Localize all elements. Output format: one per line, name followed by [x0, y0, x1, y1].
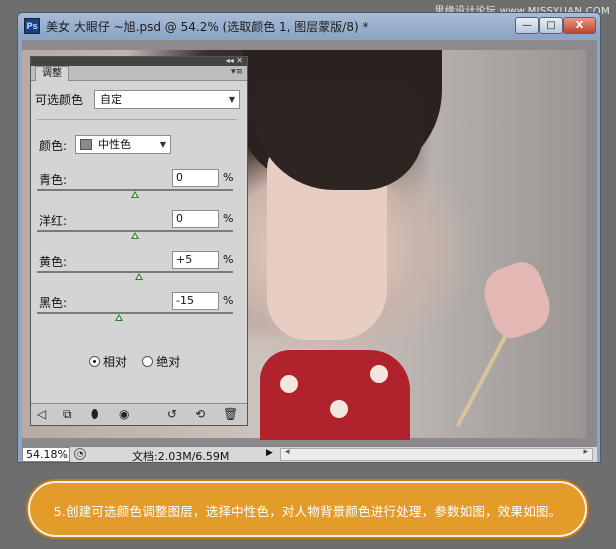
- red-clothing: [260, 350, 410, 440]
- chevron-down-icon: ▼: [228, 95, 235, 104]
- percent-label: %: [223, 212, 234, 225]
- menu-icon[interactable]: ▾≡: [231, 67, 243, 77]
- slider-label-magenta: 洋红:: [39, 214, 68, 228]
- cyan-slider-thumb[interactable]: [131, 191, 139, 198]
- scroll-left-icon[interactable]: ◂: [285, 447, 290, 457]
- color-value: 中性色: [98, 138, 131, 151]
- percent-label: %: [223, 253, 234, 266]
- divider: [37, 119, 237, 120]
- panel-footer: ◁ ⧉ ⬮ ◉ ↺ ⟲ 🗑: [31, 403, 247, 425]
- yellow-input[interactable]: +5: [172, 251, 219, 269]
- cloth-dot: [280, 375, 298, 393]
- caption-banner: 5.创建可选颜色调整图层，选择中性色，对人物背景颜色进行处理，参数如图，效果如图…: [28, 481, 587, 537]
- preset-select[interactable]: 自定 ▼: [94, 90, 240, 109]
- panel-tabs: 调整 ▾≡: [31, 66, 247, 81]
- color-swatch: [80, 139, 92, 150]
- percent-label: %: [223, 171, 234, 184]
- absolute-option[interactable]: 绝对: [142, 355, 180, 369]
- method-radio-group: 相对 绝对: [89, 353, 180, 370]
- zoom-field[interactable]: 54.18%: [22, 447, 70, 462]
- cyan-input[interactable]: 0: [172, 169, 219, 187]
- close-button[interactable]: X: [563, 17, 596, 34]
- slider-label-cyan: 青色:: [39, 173, 68, 187]
- status-bar: 54.18% ◔ 文档:2.03M/6.59M ▶ ◂ ▸: [22, 446, 597, 463]
- status-icon[interactable]: ◔: [74, 448, 86, 460]
- window-title: 美女 大眼仔 ~旭.psd @ 54.2% (选取颜色 1, 图层蒙版/8) *: [46, 20, 369, 34]
- absolute-label: 绝对: [156, 355, 181, 369]
- slider-label-black: 黑色:: [39, 296, 68, 310]
- percent-label: %: [223, 294, 234, 307]
- preset-value: 自定: [100, 93, 122, 106]
- horizontal-scrollbar[interactable]: ◂ ▸: [280, 447, 593, 461]
- layer-visibility-mask-icon[interactable]: ⬮: [91, 407, 99, 422]
- photoshop-icon: Ps: [24, 18, 40, 34]
- title-bar[interactable]: Ps 美女 大眼仔 ~旭.psd @ 54.2% (选取颜色 1, 图层蒙版/8…: [18, 13, 600, 39]
- panel-header-bar[interactable]: ◂◂ ✕: [31, 56, 247, 66]
- chevron-down-icon: ▼: [159, 140, 166, 149]
- slider-label-yellow: 黄色:: [39, 255, 68, 269]
- yellow-slider-thumb[interactable]: [134, 273, 143, 280]
- magenta-input[interactable]: 0: [172, 210, 219, 228]
- color-label: 颜色:: [39, 139, 68, 153]
- black-slider-thumb[interactable]: [115, 314, 124, 321]
- relative-radio[interactable]: [89, 356, 100, 367]
- cloth-dot: [370, 365, 388, 383]
- black-slider-track[interactable]: [37, 312, 233, 314]
- scroll-right-icon[interactable]: ▸: [583, 447, 588, 457]
- relative-label: 相对: [103, 355, 128, 369]
- black-input[interactable]: -15: [172, 292, 219, 310]
- status-menu-arrow-icon[interactable]: ▶: [266, 448, 273, 458]
- minimize-button[interactable]: —: [515, 17, 539, 34]
- back-arrow-icon[interactable]: ◁: [37, 407, 46, 421]
- caption-text: 5.创建可选颜色调整图层，选择中性色，对人物背景颜色进行处理，参数如图，效果如图…: [53, 504, 562, 519]
- color-select[interactable]: 中性色 ▼: [75, 135, 171, 154]
- panel-body: 可选颜色 自定 ▼ 颜色: 中性色 ▼ 青色: 0 % 洋红: 0 % 黄色: …: [31, 81, 247, 399]
- view-previous-icon[interactable]: ↺: [167, 407, 177, 421]
- clip-layer-icon[interactable]: ⧉: [63, 407, 72, 422]
- reset-icon[interactable]: ⟲: [195, 407, 205, 421]
- eye-icon[interactable]: ◉: [119, 407, 129, 421]
- absolute-radio[interactable]: [142, 356, 154, 367]
- doc-info: 文档:2.03M/6.59M: [132, 450, 230, 463]
- tab-adjustments[interactable]: 调整: [35, 66, 69, 81]
- relative-option[interactable]: 相对: [89, 355, 127, 369]
- adjustment-title: 可选颜色: [35, 93, 84, 107]
- magenta-slider-thumb[interactable]: [131, 232, 139, 239]
- maximize-button[interactable]: □: [539, 17, 563, 34]
- panel-collapse-controls[interactable]: ◂◂ ✕: [226, 56, 243, 65]
- adjustments-panel: ◂◂ ✕ 调整 ▾≡ 可选颜色 自定 ▼ 颜色: 中性色 ▼ 青色: 0 % 洋…: [30, 56, 248, 426]
- cloth-dot: [330, 400, 348, 418]
- pinwheel: [476, 256, 558, 344]
- trash-icon[interactable]: 🗑: [223, 407, 238, 421]
